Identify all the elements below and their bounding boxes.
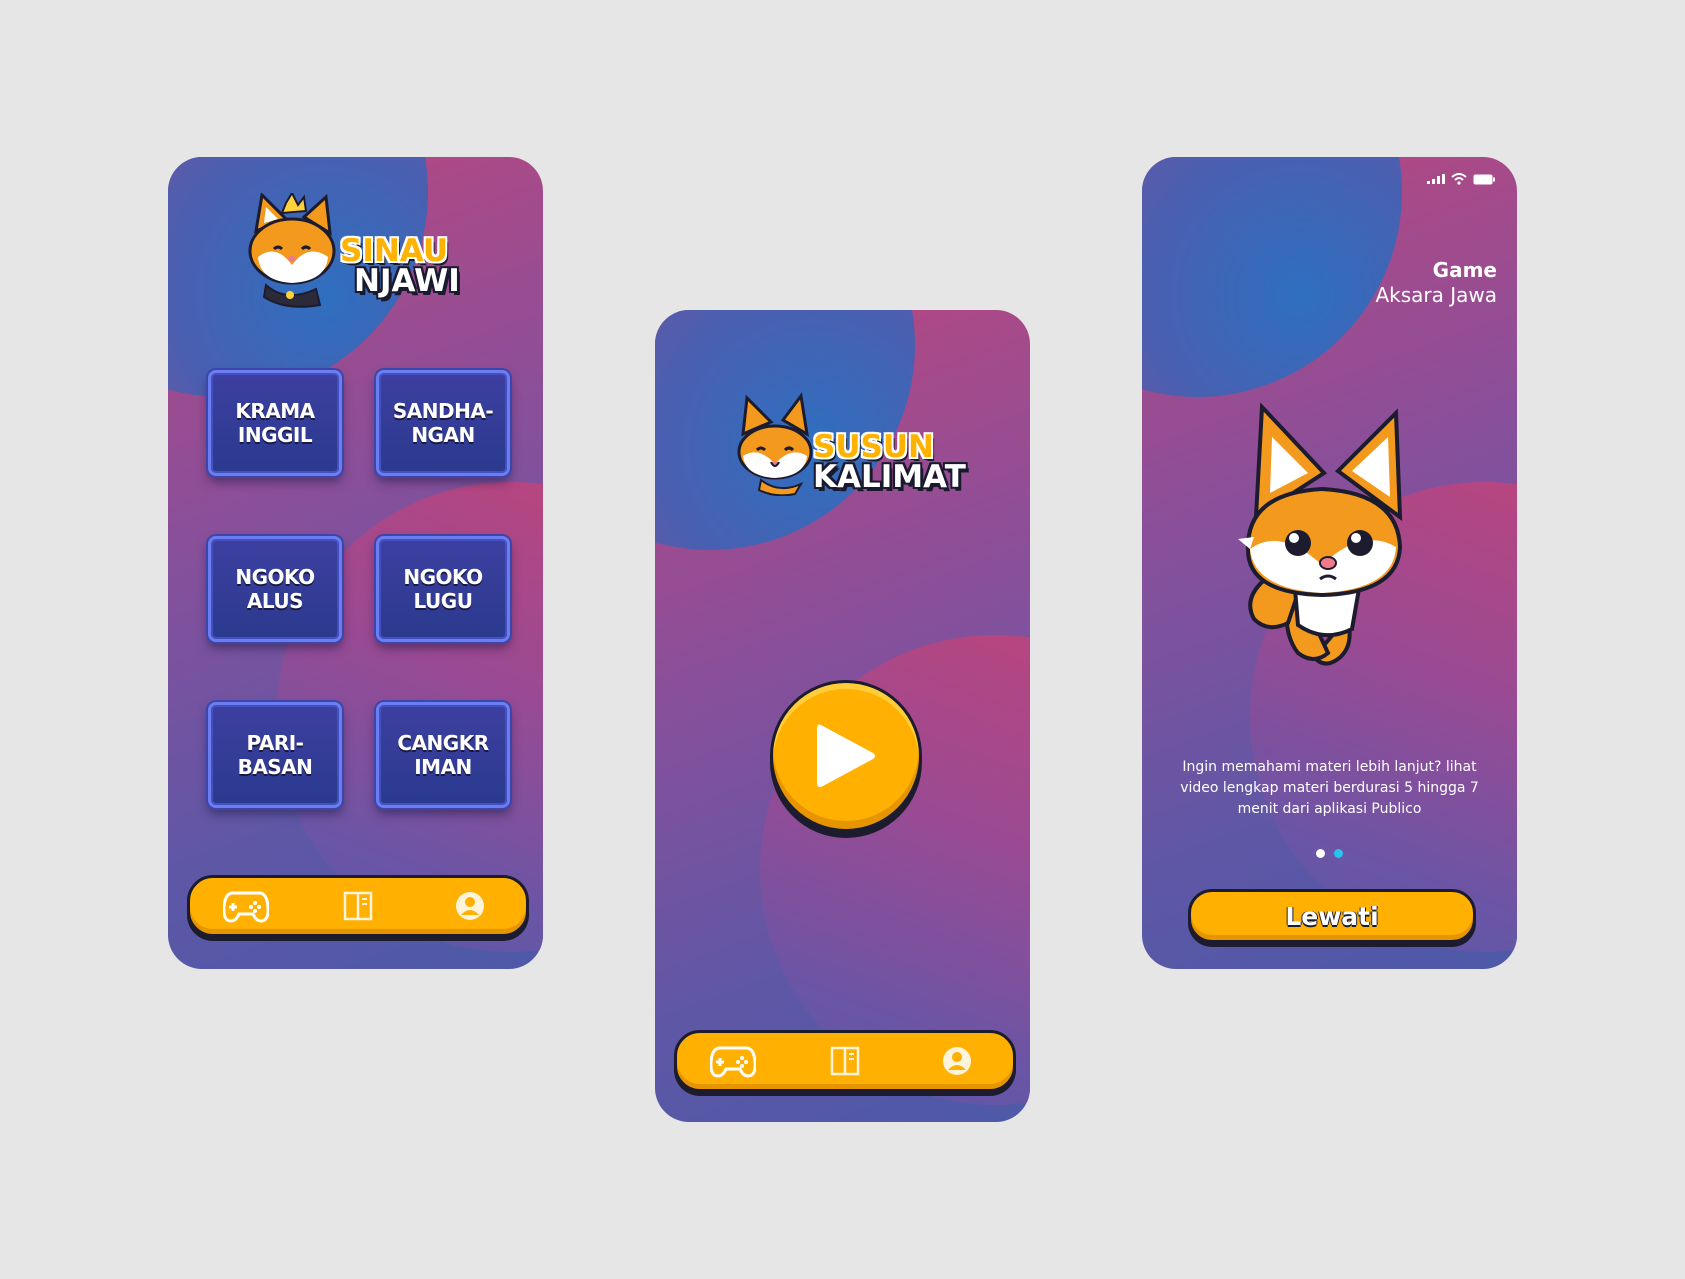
game-start-screen: SUSUN KALIMAT [655,310,1030,1122]
bottom-nav [187,875,529,937]
nav-book-button[interactable] [328,884,388,928]
tile-cangkriman[interactable]: CANGKR IMAN [376,702,510,808]
tile-ngoko-lugu[interactable]: NGOKO LUGU [376,536,510,642]
cat-mascot-icon [248,193,336,308]
profile-icon [456,892,484,920]
nav-book-button[interactable] [815,1039,875,1083]
tile-label: SANDHA- NGAN [392,399,494,447]
battery-icon [1473,174,1495,184]
logo-line-2: KALIMAT [813,459,966,495]
menu-screen: SINAU NJAWI KRAMA INGGIL SANDHA- NGAN NG… [168,157,543,969]
logo-line-2: NJAWI [354,262,460,299]
signal-icon [1427,174,1445,184]
tile-label: KRAMA INGGIL [235,399,315,447]
onboarding-description: Ingin memahami materi lebih lanjut? liha… [1180,759,1479,817]
logo-line-1: SUSUN [813,429,934,465]
nav-game-button[interactable] [703,1039,763,1083]
onboarding-screen: Game Aksara Jawa Ingin memahami materi l… [1142,157,1517,969]
skip-button-label: Lewati [1285,901,1379,931]
title-game: Game [1432,258,1497,282]
game-logo: SUSUN KALIMAT [735,390,966,496]
gamepad-icon [710,1046,756,1078]
tile-ngoko-alus[interactable]: NGOKO ALUS [208,536,342,642]
page-title: Game Aksara Jawa [1375,257,1497,307]
tile-krama-inggil[interactable]: KRAMA INGGIL [208,370,342,476]
tile-label: CANGKR IMAN [397,731,489,779]
gamepad-icon [223,891,269,923]
skip-button[interactable]: Lewati [1188,889,1476,943]
logo-line-1: SINAU [340,232,449,269]
pagination-dot-1[interactable] [1316,849,1325,858]
tile-label: NGOKO LUGU [403,565,483,613]
cat-mascot-icon [737,392,813,496]
pagination-dots [1142,849,1517,858]
wifi-icon [1451,173,1467,185]
status-bar [1427,173,1495,185]
bottom-nav [674,1030,1016,1092]
app-logo: SINAU NJAWI [246,193,460,308]
tile-paribasan[interactable]: PARI- BASAN [208,702,342,808]
tile-sandhangan[interactable]: SANDHA- NGAN [376,370,510,476]
book-icon [830,1046,860,1076]
pagination-dot-2[interactable] [1334,849,1343,858]
cat-mascot-icon [1238,402,1403,666]
play-button[interactable] [770,680,922,832]
tile-label: PARI- BASAN [237,731,313,779]
title-aksara-jawa: Aksara Jawa [1375,283,1497,307]
book-icon [343,891,373,921]
nav-profile-button[interactable] [440,884,500,928]
play-icon [817,724,875,787]
background-blob-top [1142,157,1402,397]
nav-game-button[interactable] [216,884,276,928]
tile-label: NGOKO ALUS [235,565,315,613]
nav-profile-button[interactable] [927,1039,987,1083]
profile-icon [943,1047,971,1075]
